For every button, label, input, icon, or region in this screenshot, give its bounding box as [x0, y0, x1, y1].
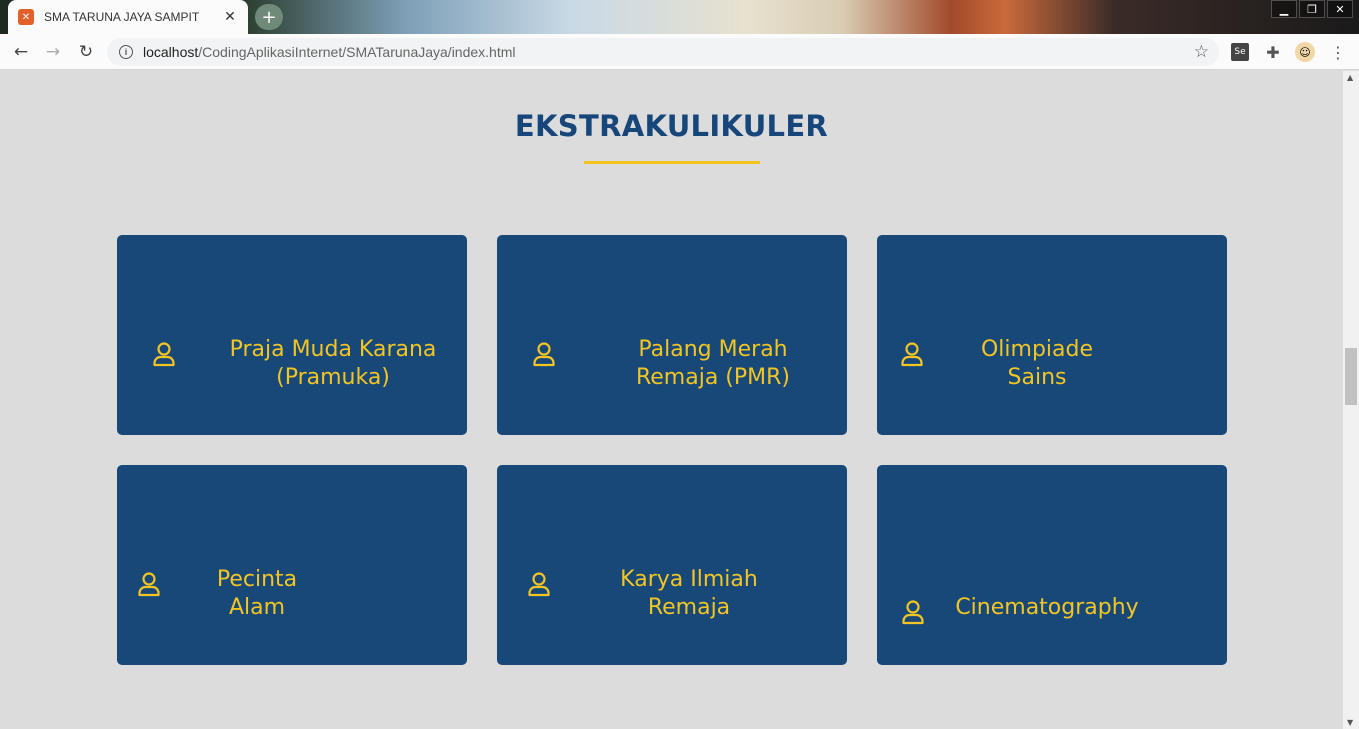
user-icon	[902, 600, 924, 625]
card-label-line2: Remaja (PMR)	[635, 365, 791, 390]
card-label-line1: Cinematography	[955, 595, 1139, 620]
address-bar[interactable]: i localhost/CodingAplikasiInternet/SMATa…	[107, 38, 1219, 66]
reload-icon[interactable]: ↻	[75, 41, 97, 63]
browser-titlebar: ✕ SMA TARUNA JAYA SAMPIT ✕ + ▁ ❐ ✕	[0, 0, 1359, 34]
close-window-icon[interactable]: ✕	[1327, 0, 1353, 18]
forward-arrow-icon[interactable]: →	[42, 41, 64, 63]
user-icon	[153, 342, 175, 367]
url-host: localhost	[143, 44, 199, 60]
browser-toolbar: ← → ↻ i localhost/CodingAplikasiInternet…	[0, 34, 1359, 70]
card-label-line2: Alam	[228, 595, 286, 620]
user-icon	[533, 342, 555, 367]
scroll-up-arrow-icon[interactable]: ▲	[1347, 73, 1353, 82]
card-label-line1: Palang Merah	[638, 337, 788, 362]
card-label-line1: Karya Ilmiah	[620, 567, 758, 592]
card-label-line1: Praja Muda Karana	[229, 337, 437, 362]
card-karya-ilmiah[interactable]: Karya Ilmiah Remaja	[497, 465, 847, 665]
user-icon	[528, 572, 550, 597]
browser-tab[interactable]: ✕ SMA TARUNA JAYA SAMPIT ✕	[8, 0, 248, 34]
restore-icon[interactable]: ❐	[1299, 0, 1325, 18]
url-text: localhost/CodingAplikasiInternet/SMATaru…	[143, 44, 516, 60]
section-title: EKSTRAKULIKULER	[514, 109, 829, 143]
card-label-line1: Olimpiade	[980, 337, 1094, 362]
selenium-extension-icon[interactable]: Se	[1231, 43, 1249, 61]
card-pmr[interactable]: Palang Merah Remaja (PMR)	[497, 235, 847, 435]
window-controls: ▁ ❐ ✕	[1269, 0, 1353, 18]
card-label: Cinematography	[952, 594, 1142, 622]
card-label-line1: Pecinta	[216, 567, 298, 592]
page-content: EKSTRAKULIKULER Praja Muda Karana (Pramu…	[0, 71, 1343, 729]
bookmark-star-icon[interactable]: ☆	[1194, 42, 1209, 62]
user-icon	[901, 342, 923, 367]
back-arrow-icon[interactable]: ←	[10, 41, 32, 63]
url-path: /CodingAplikasiInternet/SMATarunaJaya/in…	[198, 44, 516, 60]
card-label: Palang Merah Remaja (PMR)	[622, 336, 804, 392]
tab-close-icon[interactable]: ✕	[222, 9, 238, 25]
minimize-icon[interactable]: ▁	[1271, 0, 1297, 18]
card-pramuka[interactable]: Praja Muda Karana (Pramuka)	[117, 235, 467, 435]
user-icon	[138, 572, 160, 597]
scroll-down-arrow-icon[interactable]: ▼	[1347, 718, 1353, 727]
tab-title: SMA TARUNA JAYA SAMPIT	[44, 10, 200, 24]
info-icon[interactable]: i	[119, 45, 133, 59]
extensions-puzzle-icon[interactable]: ✚	[1263, 42, 1283, 62]
card-label: Olimpiade Sains	[972, 336, 1102, 392]
profile-avatar-icon[interactable]: ☺	[1295, 42, 1315, 62]
card-label: Pecinta Alam	[202, 566, 312, 622]
card-label: Karya Ilmiah Remaja	[609, 566, 769, 622]
title-underline	[584, 161, 760, 164]
xampp-favicon-icon: ✕	[18, 9, 34, 25]
card-label-line2: Sains	[1007, 365, 1067, 390]
new-tab-button[interactable]: +	[255, 4, 283, 30]
card-pecinta-alam[interactable]: Pecinta Alam	[117, 465, 467, 665]
card-label-line2: (Pramuka)	[276, 365, 390, 390]
scroll-thumb[interactable]	[1345, 348, 1357, 405]
vertical-scrollbar[interactable]: ▲ ▼	[1343, 71, 1359, 729]
card-olimpiade[interactable]: Olimpiade Sains	[877, 235, 1227, 435]
card-label-line2: Remaja	[647, 595, 731, 620]
card-cinematography[interactable]: Cinematography	[877, 465, 1227, 665]
card-label: Praja Muda Karana (Pramuka)	[227, 336, 439, 392]
menu-kebab-icon[interactable]: ⋮	[1328, 42, 1348, 62]
